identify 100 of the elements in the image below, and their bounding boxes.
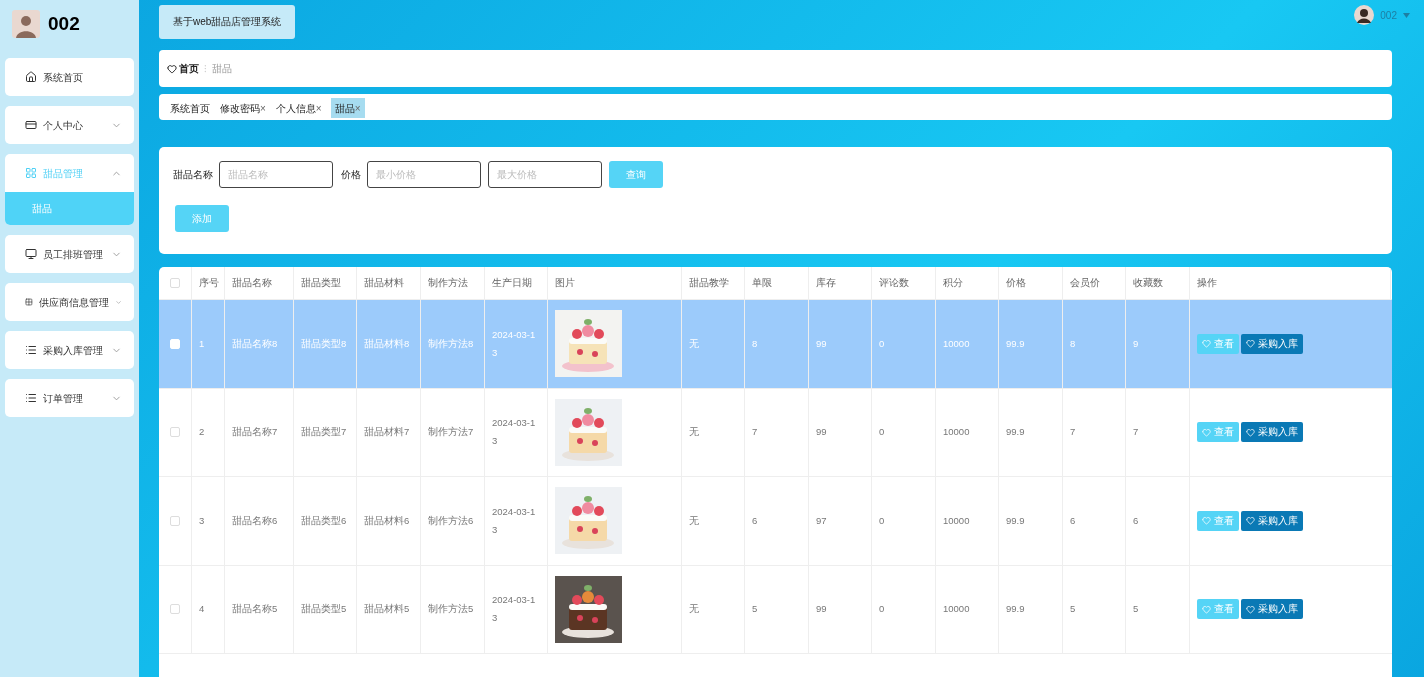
purchase-button[interactable]: 采购入库 bbox=[1241, 599, 1303, 620]
column-header: 甜品教学 bbox=[682, 267, 745, 299]
username: 002 bbox=[48, 11, 80, 36]
table-cell-text: 1 bbox=[199, 336, 205, 351]
table-cell-text: 7 bbox=[1070, 425, 1076, 440]
table-cell-text: 8 bbox=[1070, 336, 1076, 351]
table-cell-text: 6 bbox=[1070, 513, 1076, 528]
table-cell-text: 甜品材料7 bbox=[364, 425, 410, 440]
column-header: 制作方法 bbox=[421, 267, 485, 299]
table-cell-text: 5 bbox=[1133, 602, 1139, 617]
table-cell-text: 甜品类型5 bbox=[301, 602, 347, 617]
column-header: 图片 bbox=[548, 267, 682, 299]
table-cell-text: 2 bbox=[199, 425, 205, 440]
caret-icon bbox=[1403, 12, 1410, 18]
breadcrumb-link[interactable]: 首页 bbox=[179, 61, 199, 76]
column-header: 价格 bbox=[999, 267, 1063, 299]
table-cell-text: 10000 bbox=[943, 425, 970, 440]
system-title: 基于web甜品店管理系统 bbox=[159, 4, 296, 39]
table-row[interactable]: 4 甜品名称5 甜品类型5 甜品材料5 制作方法5 2024-03-13 无 5 99 0 10000 99.9 5 5 查看 采购入库 bbox=[159, 565, 1392, 654]
menu-icon bbox=[25, 296, 33, 308]
table-cell-text: 甜品类型7 bbox=[301, 425, 347, 440]
table-cell-text: 制作方法8 bbox=[428, 336, 474, 351]
avatar bbox=[12, 10, 40, 38]
menu-icon bbox=[25, 71, 37, 83]
table-cell-text: 10000 bbox=[943, 602, 970, 617]
table-cell-text: 97 bbox=[816, 513, 827, 528]
column-header: 库存 bbox=[809, 267, 872, 299]
menu-item[interactable]: 个人中心 bbox=[5, 106, 134, 144]
table-row[interactable]: 3 甜品名称6 甜品类型6 甜品材料6 制作方法6 2024-03-13 无 6 97 0 10000 99.9 6 6 查看 采购入库 bbox=[159, 477, 1392, 566]
menu-icon bbox=[25, 167, 37, 179]
field-label: 价格 bbox=[341, 168, 361, 182]
avatar bbox=[1354, 5, 1375, 25]
menu-icon bbox=[25, 248, 37, 260]
tab[interactable]: 甜品× bbox=[330, 98, 365, 118]
menu-item[interactable]: 员工排班管理 bbox=[5, 235, 134, 273]
table-cell-text: 3 bbox=[199, 513, 205, 528]
column-header: 生产日期 bbox=[485, 267, 548, 299]
menu-item[interactable]: 订单管理 bbox=[5, 379, 134, 417]
heart-icon bbox=[1246, 604, 1255, 614]
heart-icon bbox=[1246, 427, 1255, 437]
menu-item[interactable]: 采购入库管理 bbox=[5, 331, 134, 369]
table-cell-text: 99.9 bbox=[1006, 336, 1025, 351]
table-cell-text: 无 bbox=[689, 336, 699, 351]
menu-item[interactable]: 供应商信息管理 bbox=[5, 283, 134, 321]
row-checkbox[interactable] bbox=[170, 604, 180, 615]
table-cell-text: 甜品材料5 bbox=[364, 602, 410, 617]
column-header: 积分 bbox=[936, 267, 999, 299]
table-cell-text: 0 bbox=[879, 513, 885, 528]
table-cell-text: 甜品材料6 bbox=[364, 513, 410, 528]
max-price-field[interactable]: 最大价格 bbox=[488, 161, 602, 188]
select-all-checkbox[interactable] bbox=[170, 278, 180, 288]
row-checkbox[interactable] bbox=[170, 515, 180, 526]
table-cell-text: 0 bbox=[879, 336, 885, 351]
table-cell-text: 制作方法7 bbox=[428, 425, 474, 440]
table-cell-text: 甜品类型6 bbox=[301, 513, 347, 528]
heart-icon bbox=[1202, 427, 1211, 437]
heart-icon bbox=[1246, 339, 1255, 349]
heart-icon bbox=[1246, 516, 1255, 526]
table-cell-text: 甜品名称5 bbox=[232, 602, 278, 617]
table-cell-text: 无 bbox=[689, 602, 699, 617]
table-cell-text: 甜品名称8 bbox=[232, 336, 278, 351]
column-header: 单限 bbox=[745, 267, 809, 299]
table-cell-text: 7 bbox=[752, 425, 758, 440]
table-cell-text: 99 bbox=[816, 602, 827, 617]
column-header: 甜品类型 bbox=[294, 267, 357, 299]
column-header: 操作 bbox=[1190, 267, 1391, 299]
table-cell-text: 甜品材料8 bbox=[364, 336, 410, 351]
menu-icon bbox=[25, 392, 37, 404]
table-cell-text: 制作方法6 bbox=[428, 513, 474, 528]
tab[interactable]: 系统首页 bbox=[169, 98, 211, 118]
column-header: 甜品材料 bbox=[357, 267, 421, 299]
table-cell-text: 5 bbox=[1070, 602, 1076, 617]
heart-icon bbox=[1202, 604, 1211, 614]
purchase-button[interactable]: 采购入库 bbox=[1241, 422, 1303, 443]
tab[interactable]: 修改密码× bbox=[219, 98, 267, 118]
breadcrumb-current: 甜品 bbox=[212, 62, 232, 76]
table-cell-text: 8 bbox=[752, 336, 758, 351]
table-cell-text: 甜品类型8 bbox=[301, 336, 347, 351]
column-header: 序号 bbox=[192, 267, 225, 299]
table-row[interactable]: 2 甜品名称7 甜品类型7 甜品材料7 制作方法7 2024-03-13 无 7 99 0 10000 99.9 7 7 查看 采购入库 bbox=[159, 388, 1392, 477]
table-cell-text: 制作方法5 bbox=[428, 602, 474, 617]
breadcrumb-separator: ⁝ bbox=[204, 62, 207, 76]
purchase-button[interactable]: 采购入库 bbox=[1241, 333, 1303, 354]
purchase-button[interactable]: 采购入库 bbox=[1241, 510, 1303, 531]
menu-item[interactable]: 系统首页 bbox=[5, 58, 134, 96]
column-header: 甜品名称 bbox=[225, 267, 294, 299]
table-cell-text: 6 bbox=[1133, 513, 1139, 528]
table-cell-text: 6 bbox=[752, 513, 758, 528]
table-cell-text: 5 bbox=[752, 602, 758, 617]
menu-icon bbox=[25, 344, 37, 356]
table-row[interactable]: 1 甜品名称8 甜品类型8 甜品材料8 制作方法8 2024-03-13 无 8 99 0 10000 99.9 8 9 查看 采购入库 bbox=[159, 300, 1392, 389]
tab[interactable]: 个人信息× bbox=[274, 98, 323, 118]
table-cell-text: 0 bbox=[879, 425, 885, 440]
min-price-field[interactable]: 最小价格 bbox=[367, 161, 481, 188]
table-cell-text: 2024-03-13 bbox=[492, 327, 537, 360]
table-cell-text: 10000 bbox=[943, 513, 970, 528]
field-label: 甜品名称 bbox=[173, 168, 213, 182]
row-checkbox[interactable] bbox=[170, 427, 180, 438]
table-cell-text: 4 bbox=[199, 602, 205, 617]
heart-icon bbox=[1202, 516, 1211, 526]
